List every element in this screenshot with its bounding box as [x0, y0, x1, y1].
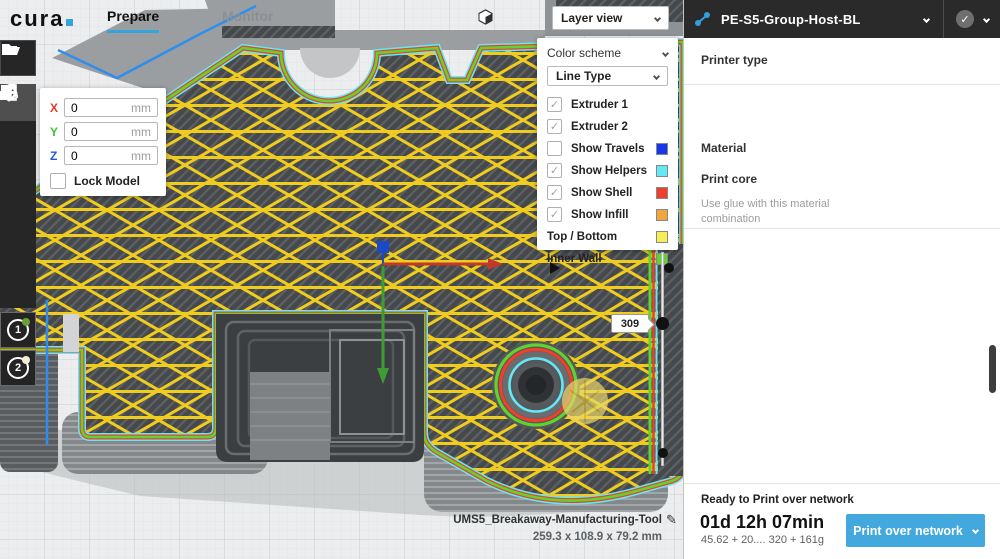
- nozzle-shadow-blob: [562, 378, 608, 424]
- open-file-button[interactable]: [0, 40, 36, 76]
- chevron-down-icon[interactable]: [983, 15, 990, 22]
- extruder-1-material-dot: [22, 318, 30, 326]
- toggle-extruder-1[interactable]: ✓Extruder 1: [547, 95, 668, 114]
- rename-model-icon[interactable]: ✎: [666, 512, 677, 528]
- support-blocker-icon: [0, 84, 17, 101]
- lock-model-checkbox[interactable]: [50, 173, 66, 189]
- tool-column: [0, 84, 36, 308]
- material-usage-estimate: 45.62 + 20.... 320 + 161g: [701, 534, 824, 546]
- helpers-color-swatch: [656, 165, 668, 177]
- per-model-settings-button[interactable]: [0, 232, 36, 269]
- logo-dot: [66, 19, 73, 26]
- printer-type-label: Printer type: [701, 53, 768, 67]
- chevron-down-icon[interactable]: [662, 49, 669, 56]
- tab-monitor[interactable]: Monitor: [222, 8, 273, 24]
- color-scheme-select[interactable]: Line Type: [547, 66, 668, 86]
- pocket-cavity: [216, 314, 424, 462]
- print-core-label: Print core: [701, 172, 757, 186]
- legend-top-bottom: Top / Bottom: [547, 227, 668, 246]
- mirror-tool-button[interactable]: [0, 195, 36, 232]
- chevron-down-icon: [654, 14, 661, 21]
- print-over-network-button[interactable]: Print over network: [846, 514, 985, 547]
- cura-logo: cura: [10, 6, 73, 32]
- printer-group-name: PE-S5-Group-Host-BL: [721, 12, 861, 27]
- lock-model-label: Lock Model: [74, 174, 140, 188]
- print-time-estimate: 01d 12h 07min: [700, 512, 824, 533]
- chevron-down-icon: [972, 527, 979, 534]
- y-axis-label: Y: [50, 125, 64, 139]
- z-position-input[interactable]: 0mm: [64, 146, 158, 165]
- viewport-3d[interactable]: cura Prepare Monitor Layer view: [0, 0, 683, 559]
- y-position-input[interactable]: 0mm: [64, 122, 158, 141]
- x-position-input[interactable]: 0mm: [64, 98, 158, 117]
- z-axis-label: Z: [50, 149, 64, 163]
- layer-slider-bottom-handle[interactable]: [658, 448, 668, 458]
- extruder-2-select-button[interactable]: 2: [0, 350, 36, 386]
- tab-prepare[interactable]: Prepare: [107, 8, 159, 33]
- job-status-text: Ready to Print over network: [701, 494, 854, 506]
- view-right-icon[interactable]: [478, 9, 493, 25]
- model-filename: UMS5_Breakaway-Manufacturing-Tool: [400, 514, 662, 526]
- chevron-down-icon: [653, 72, 660, 79]
- color-scheme-panel: Color scheme Line Type ✓Extruder 1 ✓Extr…: [537, 38, 678, 250]
- rotate-tool-button[interactable]: [0, 158, 36, 195]
- extruder-1-select-button[interactable]: 1: [0, 312, 36, 348]
- shell-color-swatch: [656, 187, 668, 199]
- toggle-extruder-2[interactable]: ✓Extruder 2: [547, 117, 668, 136]
- infill-color-swatch: [656, 209, 668, 221]
- x-axis-label: X: [50, 101, 64, 115]
- circular-hole: [492, 341, 580, 429]
- color-scheme-title: Color scheme: [547, 46, 621, 60]
- view-mode-select[interactable]: Layer view: [552, 6, 669, 30]
- settings-scrollbar[interactable]: [989, 345, 996, 393]
- cura-window: cura Prepare Monitor Layer view: [0, 0, 1000, 559]
- support-blocker-button[interactable]: [0, 269, 36, 306]
- travels-color-swatch: [656, 143, 668, 155]
- legend-inner-wall: Inner Wall: [547, 249, 668, 268]
- model-dimensions: 259.3 x 108.9 x 79.2 mm: [400, 531, 662, 543]
- settings-sidebar: PE-S5-Group-Host-BL ✓ Printer type Ultim…: [683, 0, 1000, 559]
- chevron-down-icon[interactable]: [923, 15, 930, 22]
- position-panel: X 0mm Y 0mm Z 0mm Lock Model: [40, 88, 166, 196]
- toggle-show-shell[interactable]: ✓Show Shell: [547, 183, 668, 202]
- printer-selection-header[interactable]: PE-S5-Group-Host-BL ✓: [684, 0, 1000, 38]
- printer-status-check-icon[interactable]: ✓: [956, 10, 974, 28]
- toggle-show-travels[interactable]: Show Travels: [547, 139, 668, 158]
- glue-note: Use glue with this materialcombination: [701, 197, 851, 227]
- toggle-show-helpers[interactable]: ✓Show Helpers: [547, 161, 668, 180]
- layer-slider-top-handle[interactable]: [664, 263, 674, 273]
- material-label: Material: [701, 141, 746, 155]
- scale-tool-button[interactable]: [0, 121, 36, 158]
- open-folder-icon: [1, 41, 21, 57]
- network-printer-icon: [693, 9, 713, 29]
- extruder-2-material-dot: [22, 356, 30, 364]
- layer-slider-handle[interactable]: [656, 317, 669, 330]
- layer-number-tooltip: 309: [611, 314, 649, 333]
- layer-slider-track[interactable]: [661, 252, 664, 466]
- top-bottom-color-swatch: [656, 231, 668, 243]
- toggle-show-infill[interactable]: ✓Show Infill: [547, 205, 668, 224]
